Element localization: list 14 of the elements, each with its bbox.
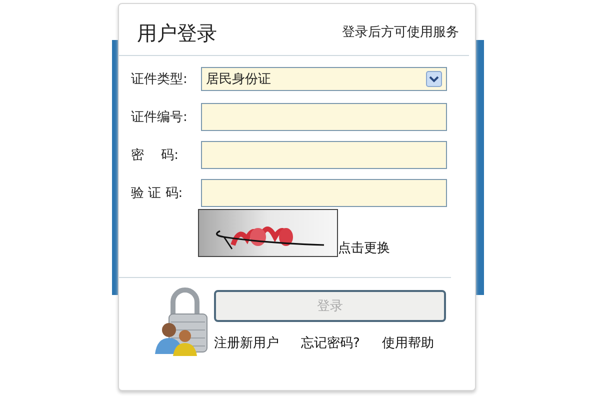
refresh-captcha-link[interactable]: 点击更换 xyxy=(338,239,390,257)
id-type-select[interactable]: 居民身份证 xyxy=(201,67,447,91)
field-label: 密 码: xyxy=(131,147,180,164)
footer-link[interactable]: 注册新用户 xyxy=(214,334,279,352)
login-title: 用户登录 xyxy=(137,20,217,47)
footer-link[interactable]: 忘记密码? xyxy=(301,334,360,352)
input-field[interactable] xyxy=(201,103,447,131)
header-note: 登录后方可使用服务 xyxy=(342,24,459,42)
field-label: 证件类型: xyxy=(131,71,188,88)
field-label: 验 证 码: xyxy=(131,185,184,202)
field-label: 证件编号: xyxy=(131,109,188,126)
input-field[interactable] xyxy=(201,141,447,169)
input-field[interactable] xyxy=(201,179,447,207)
footer-link[interactable]: 使用帮助 xyxy=(382,334,434,352)
